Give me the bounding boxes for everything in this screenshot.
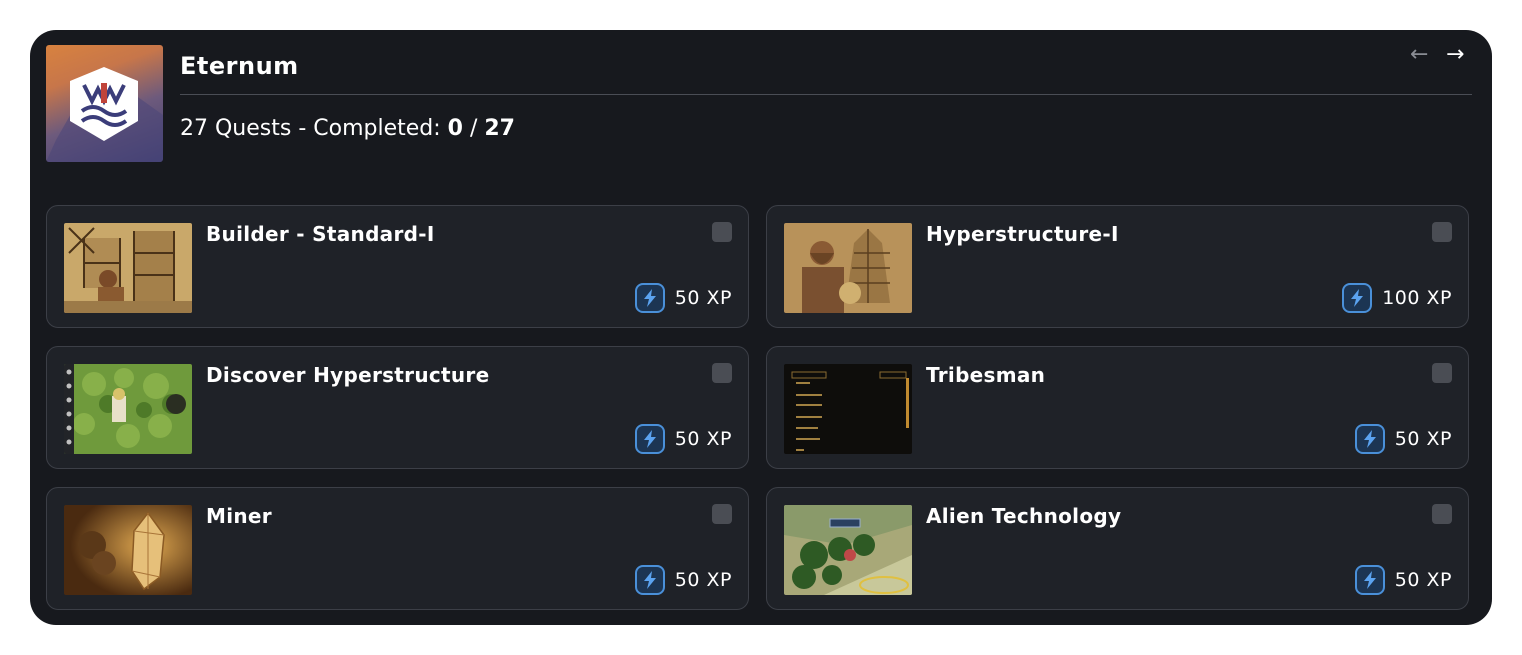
xp-reward: 50 XP xyxy=(634,422,732,456)
header-divider xyxy=(180,94,1472,95)
quest-card[interactable]: Alien Technology 50 XP xyxy=(766,487,1469,610)
quest-summary-label: 27 Quests - Completed: xyxy=(180,116,448,141)
lightning-icon xyxy=(1354,565,1385,595)
quest-summary: 27 Quests - Completed: 0 / 27 xyxy=(180,116,515,141)
next-arrow-icon[interactable]: → xyxy=(1446,44,1464,66)
xp-label: 50 XP xyxy=(674,428,732,450)
eternum-crest-icon xyxy=(46,67,163,162)
xp-label: 50 XP xyxy=(1394,569,1452,591)
xp-label: 50 XP xyxy=(674,569,732,591)
alien-map-image xyxy=(784,505,912,595)
quest-title: Tribesman xyxy=(926,363,1046,387)
xp-reward: 50 XP xyxy=(634,563,732,597)
completed-count: 0 xyxy=(447,116,463,141)
quest-checkbox[interactable] xyxy=(1432,222,1452,242)
quest-panel: Eternum ← → 27 Quests - Completed: 0 / 2… xyxy=(30,30,1492,625)
quest-card[interactable]: Miner 50 XP xyxy=(46,487,749,610)
quest-card[interactable]: Hyperstructure-I 100 XP xyxy=(766,205,1469,328)
project-title: Eternum xyxy=(180,52,299,80)
lightning-icon xyxy=(634,424,665,454)
xp-reward: 50 XP xyxy=(634,281,732,315)
quest-checkbox[interactable] xyxy=(712,504,732,524)
total-count: 27 xyxy=(484,116,515,141)
quest-checkbox[interactable] xyxy=(712,222,732,242)
quest-title: Builder - Standard-I xyxy=(206,222,435,246)
hyperstructure-image xyxy=(784,223,912,313)
xp-label: 50 XP xyxy=(674,287,732,309)
lightning-icon xyxy=(634,283,665,313)
quest-title: Discover Hyperstructure xyxy=(206,363,490,387)
quest-title: Alien Technology xyxy=(926,504,1122,528)
builder-image xyxy=(64,223,192,313)
xp-reward: 50 XP xyxy=(1354,422,1452,456)
quest-card[interactable]: Builder - Standard-I 50 XP xyxy=(46,205,749,328)
summary-separator: / xyxy=(462,116,485,141)
lightning-icon xyxy=(634,565,665,595)
quest-checkbox[interactable] xyxy=(1432,504,1452,524)
quest-title: Miner xyxy=(206,504,272,528)
lightning-icon xyxy=(1342,283,1373,313)
quest-card[interactable]: Discover Hyperstructure 50 XP xyxy=(46,346,749,469)
project-logo xyxy=(46,45,163,162)
prev-arrow-icon[interactable]: ← xyxy=(1410,44,1428,66)
crystal-mine-image xyxy=(64,505,192,595)
quest-checkbox[interactable] xyxy=(712,363,732,383)
map-hex-image xyxy=(64,364,192,454)
quest-title: Hyperstructure-I xyxy=(926,222,1119,246)
xp-reward: 100 XP xyxy=(1342,281,1452,315)
xp-label: 100 XP xyxy=(1382,287,1452,309)
lightning-icon xyxy=(1354,424,1385,454)
quest-card[interactable]: Tribesman 50 XP xyxy=(766,346,1469,469)
quest-checkbox[interactable] xyxy=(1432,363,1452,383)
xp-label: 50 XP xyxy=(1394,428,1452,450)
xp-reward: 50 XP xyxy=(1354,563,1452,597)
tribe-menu-image xyxy=(784,364,912,454)
